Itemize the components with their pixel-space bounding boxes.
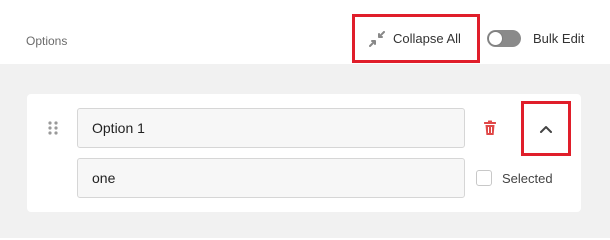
collapse-option-button[interactable] [521,101,571,156]
options-title: Options [26,34,68,48]
options-header: Options Collapse All Bulk Edit [0,0,610,64]
bulk-edit-label: Bulk Edit [533,31,585,46]
toggle-knob [488,31,503,46]
selected-label: Selected [502,170,553,186]
option-card: Selected [27,94,581,212]
options-list: Selected [0,64,610,238]
collapse-all-label: Collapse All [393,31,461,46]
trash-icon[interactable] [483,120,497,136]
bulk-edit-control: Bulk Edit [487,30,584,47]
chevron-up-icon [540,125,552,133]
option-value-input[interactable] [77,158,465,198]
selected-checkbox[interactable] [476,170,492,186]
collapse-all-button[interactable]: Collapse All [352,14,480,63]
option-editor: Options Collapse All Bulk Edit Option 1 … [0,0,610,238]
bulk-edit-toggle[interactable] [487,30,521,47]
selected-control[interactable]: Selected [476,170,553,186]
option-label-input[interactable] [77,108,465,148]
drag-handle-icon[interactable] [47,120,59,136]
compress-arrows-icon [369,30,385,47]
